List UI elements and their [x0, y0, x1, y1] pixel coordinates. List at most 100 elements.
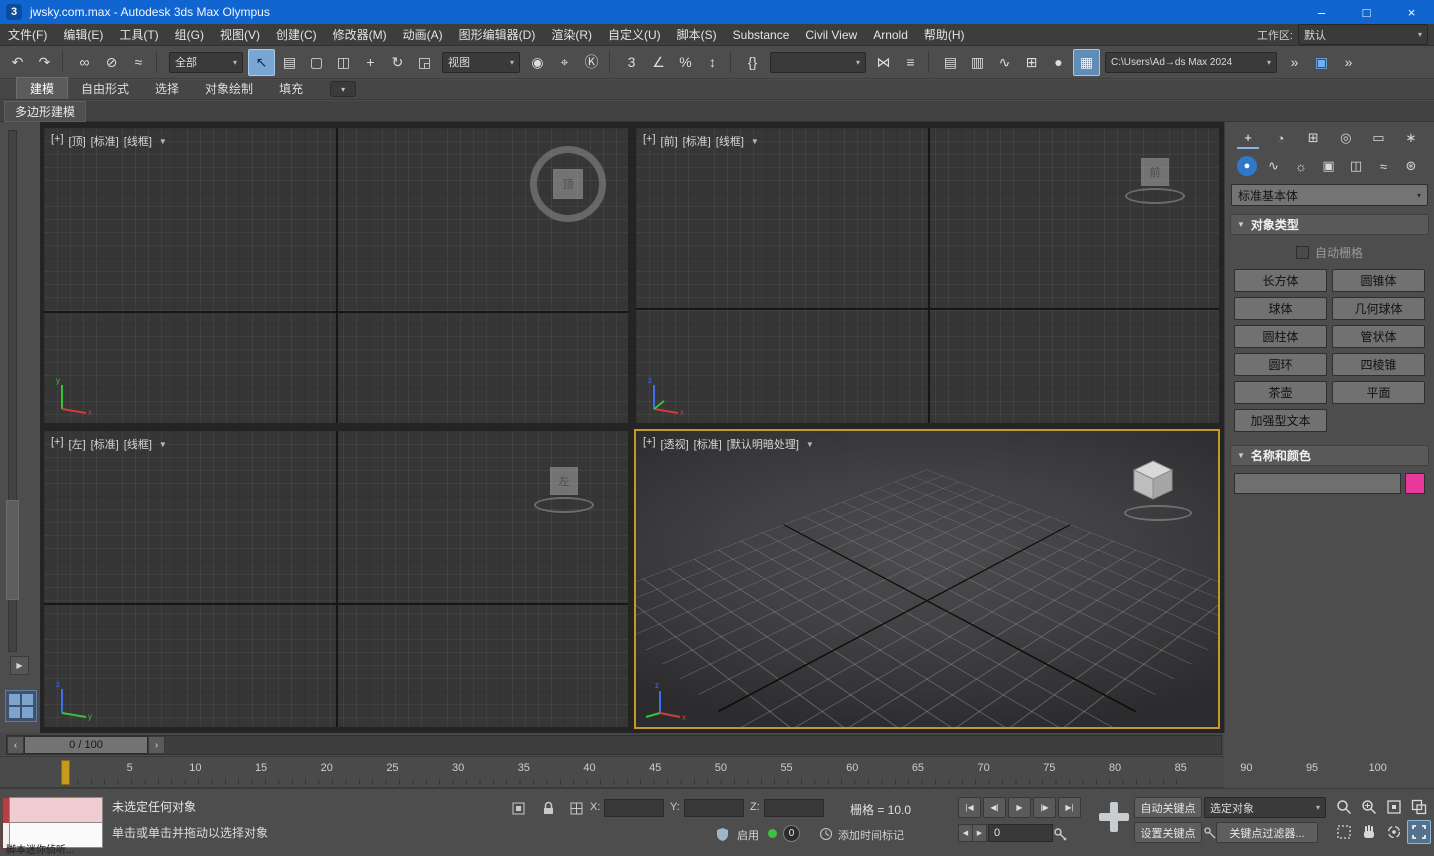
category-systems[interactable]: ⊛: [1400, 156, 1422, 176]
select-and-manipulate-icon[interactable]: ⌖: [552, 50, 577, 75]
window-crossing-icon[interactable]: ◫: [331, 50, 356, 75]
edit-named-selection-sets-icon[interactable]: {}: [740, 50, 765, 75]
chevron-down-icon[interactable]: ▼: [806, 440, 814, 449]
viewport-label-segment[interactable]: [+]: [51, 133, 64, 149]
menu-file[interactable]: 文件(F): [0, 24, 55, 45]
frame-spinner-down[interactable]: ◀: [958, 824, 973, 842]
tab-create[interactable]: +: [1237, 127, 1259, 149]
percent-snap-icon[interactable]: %: [673, 50, 698, 75]
absolute-offset-mode-icon[interactable]: [566, 798, 586, 818]
toolbar-overflow-icon[interactable]: »: [1282, 50, 1307, 75]
primitive-geosphere-button[interactable]: 几何球体: [1332, 297, 1425, 320]
object-name-field[interactable]: [1234, 473, 1401, 494]
toggle-scene-explorer-icon[interactable]: ▤: [938, 50, 963, 75]
select-and-move-icon[interactable]: +: [358, 50, 383, 75]
ribbon-tab-modeling[interactable]: 建模: [16, 77, 69, 99]
time-tag-icon[interactable]: [816, 824, 836, 844]
viewport-label-segment[interactable]: [线框]: [716, 133, 744, 149]
key-default-filter-dropdown[interactable]: 选定对象 ▾: [1204, 797, 1326, 818]
selection-filter-dropdown[interactable]: 全部 ▾: [169, 51, 243, 73]
tab-hierarchy[interactable]: ⊞: [1302, 128, 1324, 148]
chevron-down-icon[interactable]: ▼: [159, 137, 167, 146]
track-bar[interactable]: 0510152025303540455055606570758085909510…: [0, 756, 1387, 788]
viewport-label-segment[interactable]: [默认明暗处理]: [727, 436, 799, 452]
menu-substance[interactable]: Substance: [725, 24, 798, 45]
undo-icon[interactable]: ↶: [5, 50, 30, 75]
menu-edit[interactable]: 编辑(E): [55, 24, 111, 45]
key-mode-toggle-icon[interactable]: [1050, 824, 1070, 844]
primitive-category-dropdown[interactable]: 标准基本体 ▾: [1231, 184, 1428, 206]
object-color-swatch[interactable]: [1405, 473, 1425, 494]
category-spacewarps[interactable]: ≈: [1373, 156, 1395, 176]
viewport-front[interactable]: [+] [前] [标准] [线框] ▼ 前 z x: [636, 128, 1219, 423]
viewport-label-segment[interactable]: [线框]: [124, 133, 152, 149]
primitive-plane-button[interactable]: 平面: [1332, 381, 1425, 404]
name-color-rollout-header[interactable]: ▼ 名称和颜色: [1230, 445, 1429, 466]
time-slider-handle[interactable]: 0 / 100: [24, 736, 148, 754]
viewcube[interactable]: [1124, 459, 1192, 521]
add-time-tag-label[interactable]: 添加时间标记: [838, 827, 904, 843]
tab-modify[interactable]: ◔: [1270, 128, 1292, 148]
primitive-cylinder-button[interactable]: 圆柱体: [1234, 325, 1327, 348]
viewport-label-segment[interactable]: [顶]: [69, 133, 86, 149]
menu-create[interactable]: 创建(C): [268, 24, 325, 45]
viewport-label-segment[interactable]: [线框]: [124, 436, 152, 452]
render-setup-icon[interactable]: ▦: [1073, 48, 1100, 76]
set-keys-button[interactable]: [1097, 797, 1131, 837]
app-icon[interactable]: 3: [6, 4, 22, 20]
primitive-tube-button[interactable]: 管状体: [1332, 325, 1425, 348]
schematic-view-icon[interactable]: ⊞: [1019, 50, 1044, 75]
menu-views[interactable]: 视图(V): [212, 24, 268, 45]
zoom-extents-icon[interactable]: [1382, 795, 1406, 819]
selection-lock-icon[interactable]: [538, 798, 558, 818]
project-path-dropdown[interactable]: C:\Users\Ad→ds Max 2024 ▾: [1105, 51, 1277, 73]
ribbon-tab-populate[interactable]: 填充: [266, 78, 316, 99]
viewport-top[interactable]: [+] [顶] [标准] [线框] ▼ 顶 y x: [44, 128, 628, 423]
viewcube-face[interactable]: 顶: [553, 169, 583, 199]
viewport-label-segment[interactable]: [+]: [51, 436, 64, 452]
maximize-viewport-toggle-icon[interactable]: [1407, 820, 1431, 844]
viewcube-face[interactable]: 前: [1141, 158, 1169, 186]
dock-scrollbar-handle[interactable]: [6, 500, 19, 600]
bind-to-space-warp-icon[interactable]: ≈: [126, 50, 151, 75]
autogrid-checkbox[interactable]: [1295, 246, 1309, 259]
key-filters-button[interactable]: 关键点过滤器...: [1216, 822, 1318, 843]
selection-region-icon[interactable]: ▢: [304, 50, 329, 75]
z-coordinate-field[interactable]: [764, 799, 824, 817]
primitive-text-plus-button[interactable]: 加强型文本: [1234, 409, 1327, 432]
tab-motion[interactable]: ◎: [1335, 128, 1357, 148]
select-and-link-icon[interactable]: ∞: [72, 50, 97, 75]
category-helpers[interactable]: ◫: [1345, 156, 1367, 176]
toggle-layer-explorer-icon[interactable]: ▥: [965, 50, 990, 75]
menu-rendering[interactable]: 渲染(R): [543, 24, 600, 45]
workspace-dropdown[interactable]: 默认 ▾: [1298, 24, 1428, 45]
zoom-region-icon[interactable]: [1332, 820, 1356, 844]
viewport-label-segment[interactable]: [+]: [643, 436, 656, 452]
go-to-end-button[interactable]: ▶|: [1058, 797, 1081, 818]
primitive-pyramid-button[interactable]: 四棱锥: [1332, 353, 1425, 376]
select-and-rotate-icon[interactable]: ↻: [385, 50, 410, 75]
orbit-icon[interactable]: [1382, 820, 1406, 844]
menu-modifiers[interactable]: 修改器(M): [325, 24, 395, 45]
angle-snap-icon[interactable]: ∠: [646, 50, 671, 75]
toolbar-overflow-icon[interactable]: »: [1336, 50, 1361, 75]
curve-editor-icon[interactable]: ∿: [992, 50, 1017, 75]
current-frame-field[interactable]: 0: [988, 824, 1053, 842]
object-type-rollout-header[interactable]: ▼ 对象类型: [1230, 214, 1429, 235]
reference-coordinate-dropdown[interactable]: 视图 ▾: [442, 51, 520, 73]
menu-scripting[interactable]: 脚本(S): [669, 24, 725, 45]
ribbon-panel-polygon-modeling[interactable]: 多边形建模: [4, 100, 87, 122]
menu-help[interactable]: 帮助(H): [916, 24, 973, 45]
keyboard-shortcut-override-icon[interactable]: Ⓚ: [579, 50, 604, 75]
next-frame-arrow[interactable]: ›: [148, 736, 165, 754]
primitive-box-button[interactable]: 长方体: [1234, 269, 1327, 292]
viewport-label-segment[interactable]: [透视]: [661, 436, 689, 452]
minimize-button[interactable]: –: [1299, 0, 1344, 24]
named-selection-sets-dropdown[interactable]: ▾: [770, 51, 866, 73]
viewport-label-segment[interactable]: [标准]: [683, 133, 711, 149]
tab-utilities[interactable]: ∗: [1400, 128, 1422, 148]
use-pivot-center-icon[interactable]: ◉: [525, 50, 550, 75]
isolate-selection-icon[interactable]: [508, 798, 528, 818]
category-lights[interactable]: ☼: [1290, 156, 1312, 176]
primitive-torus-button[interactable]: 圆环: [1234, 353, 1327, 376]
